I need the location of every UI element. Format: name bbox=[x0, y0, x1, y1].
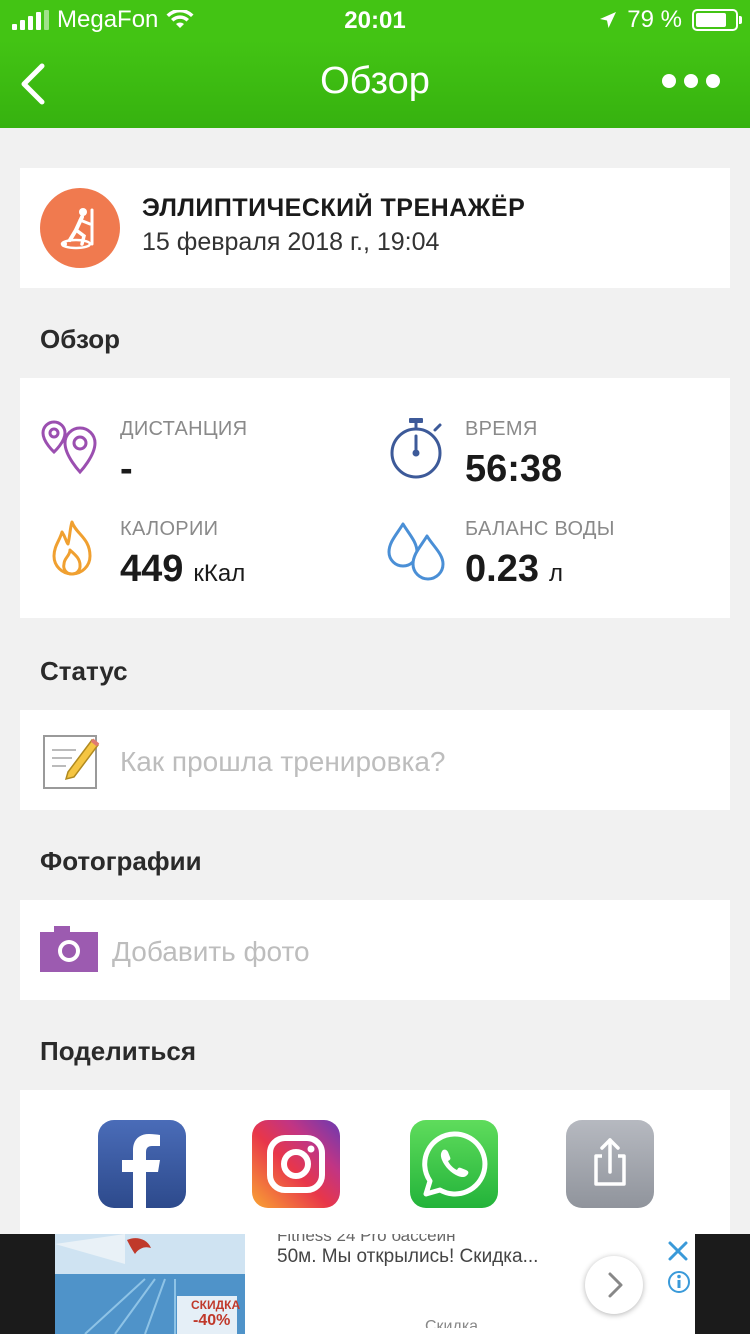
battery-percent: 79 % bbox=[627, 6, 682, 33]
ad-banner[interactable]: СКИДКА -40% Fitness 24 Pro бассейн 50м. … bbox=[0, 1234, 750, 1334]
water-number: 0.23 bbox=[465, 548, 539, 590]
water-value: 0.23 л bbox=[465, 548, 563, 591]
metric-distance: ДИСТАНЦИЯ - bbox=[40, 418, 370, 508]
section-title-photos: Фотографии bbox=[40, 846, 202, 876]
close-icon[interactable] bbox=[667, 1240, 689, 1262]
ad-badge: СКИДКА bbox=[191, 1298, 241, 1312]
whatsapp-share-button[interactable] bbox=[410, 1120, 498, 1208]
metric-calories: КАЛОРИИ 449 кКал bbox=[40, 518, 370, 608]
camera-icon bbox=[40, 926, 98, 972]
instagram-icon bbox=[267, 1135, 325, 1193]
add-photo-button[interactable]: Добавить фото bbox=[20, 900, 730, 1000]
info-icon[interactable] bbox=[667, 1270, 691, 1294]
location-arrow-icon bbox=[600, 12, 617, 28]
distance-value: - bbox=[120, 448, 133, 490]
stopwatch-icon bbox=[390, 418, 442, 479]
facebook-icon bbox=[122, 1134, 160, 1208]
status-bar: MegaFon 20:01 79 % bbox=[0, 0, 750, 40]
add-photo-placeholder: Добавить фото bbox=[112, 936, 310, 967]
ad-text-line3: Скидка bbox=[425, 1318, 479, 1334]
calories-number: 449 bbox=[120, 548, 184, 590]
whatsapp-icon bbox=[422, 1131, 488, 1197]
ad-text-line2: 50м. Мы открылись! Скидка... bbox=[277, 1246, 539, 1267]
instagram-share-button[interactable] bbox=[252, 1120, 340, 1208]
distance-label: ДИСТАНЦИЯ bbox=[120, 418, 248, 440]
calories-unit: кКал bbox=[193, 560, 246, 587]
calories-value: 449 кКал bbox=[120, 548, 245, 591]
section-title-status: Статус bbox=[40, 656, 128, 686]
workout-type-title: ЭЛЛИПТИЧЕСКИЙ ТРЕНАЖЁР bbox=[142, 194, 526, 222]
time-value: 56:38 bbox=[465, 448, 563, 490]
ad-content[interactable]: СКИДКА -40% Fitness 24 Pro бассейн 50м. … bbox=[55, 1234, 695, 1334]
note-pencil-icon bbox=[43, 735, 100, 789]
status-right: 79 % bbox=[599, 6, 742, 34]
time-label: ВРЕМЯ bbox=[465, 418, 538, 440]
calories-label: КАЛОРИИ bbox=[120, 518, 219, 540]
ad-image[interactable]: СКИДКА -40% bbox=[55, 1234, 245, 1334]
metric-time: ВРЕМЯ 56:38 bbox=[385, 418, 715, 508]
chevron-right-icon bbox=[608, 1272, 623, 1298]
ad-discount: -40% bbox=[193, 1312, 231, 1329]
dot-icon bbox=[684, 74, 698, 88]
share-card bbox=[20, 1090, 730, 1240]
metric-water: БАЛАНС ВОДЫ 0.23 л bbox=[385, 518, 715, 608]
status-input[interactable]: Как прошла тренировка? bbox=[20, 710, 730, 810]
water-drops-icon bbox=[387, 522, 445, 581]
section-title-share: Поделиться bbox=[40, 1036, 197, 1066]
map-pins-icon bbox=[41, 420, 97, 475]
workout-date: 15 февраля 2018 г., 19:04 bbox=[142, 228, 440, 256]
more-options-button[interactable] bbox=[662, 74, 720, 88]
battery-icon bbox=[692, 9, 742, 31]
dot-icon bbox=[706, 74, 720, 88]
generic-share-button[interactable] bbox=[566, 1120, 654, 1208]
nav-bar: Обзор bbox=[0, 40, 750, 128]
dot-icon bbox=[662, 74, 676, 88]
elliptical-trainer-icon bbox=[40, 188, 120, 268]
overview-card: ДИСТАНЦИЯ - ВРЕМЯ 56:38 КАЛОРИИ 449 кКал … bbox=[20, 378, 730, 618]
facebook-share-button[interactable] bbox=[98, 1120, 186, 1208]
workout-card[interactable]: ЭЛЛИПТИЧЕСКИЙ ТРЕНАЖЁР 15 февраля 2018 г… bbox=[20, 168, 730, 288]
section-title-overview: Обзор bbox=[40, 324, 120, 354]
flame-icon bbox=[52, 520, 92, 576]
page-title: Обзор bbox=[320, 60, 430, 102]
status-placeholder: Как прошла тренировка? bbox=[120, 746, 446, 777]
ad-open-button[interactable] bbox=[585, 1256, 643, 1314]
water-unit: л bbox=[548, 560, 563, 587]
water-label: БАЛАНС ВОДЫ bbox=[465, 518, 615, 540]
share-icon bbox=[594, 1138, 626, 1186]
